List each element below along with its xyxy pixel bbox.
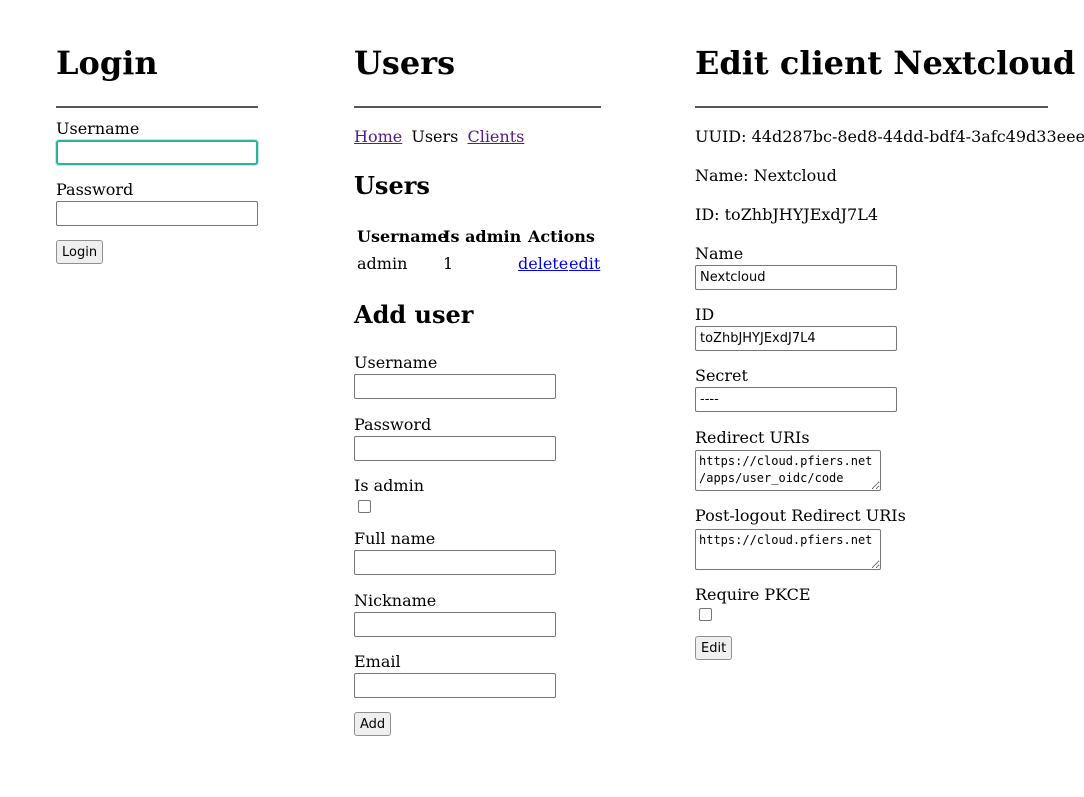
edit-client-button[interactable]: Edit <box>695 636 733 660</box>
cell-username: admin <box>357 254 408 273</box>
password-label: Password <box>56 180 134 199</box>
client-id-input[interactable] <box>695 326 897 351</box>
full-name-input[interactable] <box>354 550 556 575</box>
redirect-uris-textarea[interactable]: https://cloud.pfiers.net/apps/user_oidc/… <box>695 450 881 491</box>
require-pkce-checkbox[interactable] <box>699 608 712 621</box>
column-header-actions: Actions <box>528 227 595 246</box>
divider <box>354 106 601 108</box>
client-secret-input[interactable] <box>695 387 897 412</box>
nickname-label: Nickname <box>354 591 437 610</box>
new-username-input[interactable] <box>354 374 556 399</box>
id-label: ID <box>695 305 715 324</box>
add-user-button[interactable]: Add <box>354 712 392 736</box>
add-user-heading: Add user <box>354 300 474 329</box>
client-name: Name: Nextcloud <box>695 166 837 185</box>
nickname-input[interactable] <box>354 612 556 637</box>
is-admin-label: Is admin <box>354 476 424 495</box>
users-title: Users <box>354 44 456 82</box>
new-password-label: Password <box>354 415 432 434</box>
cell-is-admin: 1 <box>443 254 454 273</box>
edit-client-title: Edit client Nextcloud <box>695 44 1076 82</box>
nav-home-link[interactable]: Home <box>354 127 402 146</box>
nav-clients-link[interactable]: Clients <box>467 127 524 146</box>
email-input[interactable] <box>354 673 556 698</box>
edit-user-link[interactable]: edit <box>569 254 600 273</box>
client-id: ID: toZhbJHYJExdJ7L4 <box>695 205 879 224</box>
client-uuid: UUID: 44d287bc-8ed8-44dd-bdf4-3afc49d33e… <box>695 127 1084 146</box>
post-logout-textarea[interactable]: https://cloud.pfiers.net <box>695 529 881 570</box>
login-button[interactable]: Login <box>56 240 104 264</box>
divider <box>695 106 1048 108</box>
divider <box>56 106 258 108</box>
new-username-label: Username <box>354 353 438 372</box>
users-list-heading: Users <box>354 171 430 200</box>
is-admin-checkbox[interactable] <box>358 500 371 513</box>
name-label: Name <box>695 244 744 263</box>
username-label: Username <box>56 119 140 138</box>
users-table: Username Is admin Actions admin 1 delete… <box>354 227 601 277</box>
login-title: Login <box>56 44 158 82</box>
column-header-username: Username <box>357 227 448 246</box>
email-label: Email <box>354 652 401 671</box>
nav-users-current: Users <box>411 127 459 146</box>
client-name-input[interactable] <box>695 265 897 290</box>
login-username-input[interactable] <box>56 140 258 165</box>
new-password-input[interactable] <box>354 436 556 461</box>
post-logout-label: Post-logout Redirect URIs <box>695 506 906 525</box>
full-name-label: Full name <box>354 529 436 548</box>
secret-label: Secret <box>695 366 748 385</box>
column-header-is-admin: Is admin <box>443 227 522 246</box>
login-password-input[interactable] <box>56 201 258 226</box>
delete-user-link[interactable]: delete <box>518 254 568 273</box>
breadcrumb-nav: Home Users Clients <box>354 127 524 147</box>
redirect-uris-label: Redirect URIs <box>695 428 810 447</box>
require-pkce-label: Require PKCE <box>695 585 811 604</box>
